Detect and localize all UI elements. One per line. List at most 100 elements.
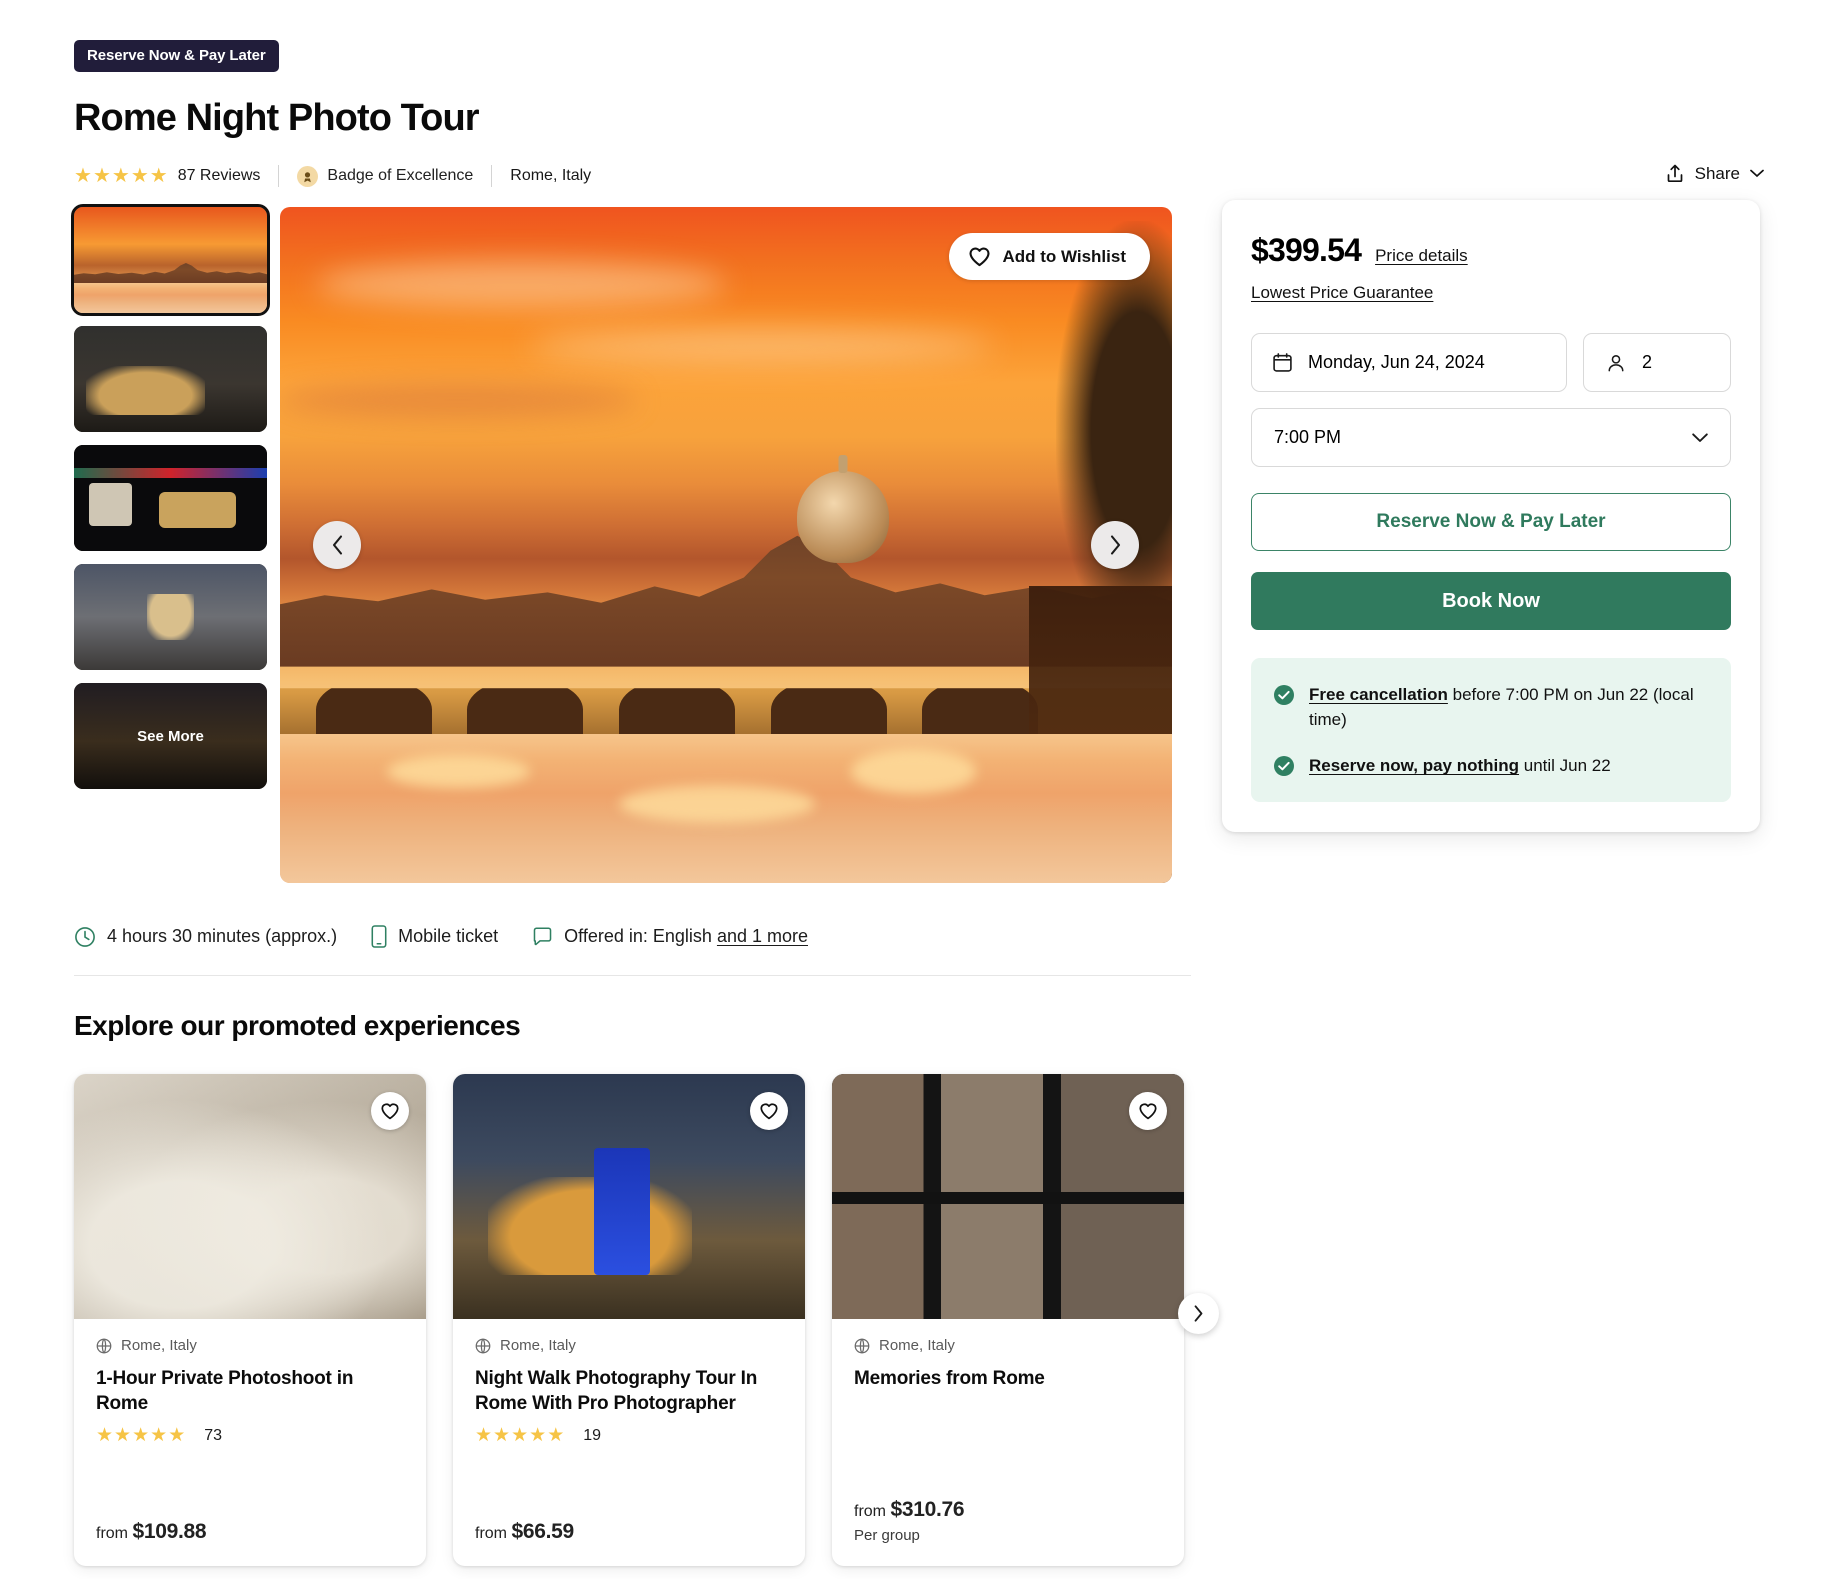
- share-button[interactable]: Share: [1665, 163, 1764, 184]
- ticket-info: Mobile ticket: [371, 925, 498, 948]
- add-to-wishlist-button[interactable]: Add to Wishlist: [949, 233, 1150, 280]
- book-now-button[interactable]: Book Now: [1251, 572, 1731, 630]
- star-icon: ★: [511, 1426, 528, 1446]
- check-circle-icon: [1273, 755, 1295, 777]
- hero-image[interactable]: Add to Wishlist: [280, 207, 1172, 883]
- rating-stars: ★★★★★: [475, 1426, 564, 1446]
- review-count-link[interactable]: 87 Reviews: [178, 167, 261, 185]
- globe-icon: [854, 1338, 870, 1354]
- notice-strong[interactable]: Free cancellation: [1309, 685, 1448, 704]
- promoted-card[interactable]: Rome, Italy Night Walk Photography Tour …: [453, 1074, 805, 1566]
- award-icon: [297, 166, 318, 187]
- product-meta: ★ ★ ★ ★ ★ 87 Reviews Badge of Excellence…: [74, 165, 591, 187]
- promoted-cards-next-button[interactable]: [1178, 1293, 1219, 1334]
- gallery-thumbnail-2[interactable]: [74, 326, 267, 432]
- gallery-next-button[interactable]: [1091, 521, 1139, 569]
- page-title: Rome Night Photo Tour: [74, 97, 479, 140]
- tour-info-strip: 4 hours 30 minutes (approx.) Mobile tick…: [74, 925, 808, 948]
- promoted-section-title: Explore our promoted experiences: [74, 1010, 520, 1042]
- card-title: Night Walk Photography Tour In Rome With…: [475, 1366, 783, 1417]
- date-picker[interactable]: Monday, Jun 24, 2024: [1251, 333, 1567, 392]
- share-label: Share: [1695, 164, 1740, 184]
- card-body: Rome, Italy Memories from Rome from $310…: [832, 1319, 1184, 1566]
- card-title: Memories from Rome: [854, 1366, 1162, 1391]
- chevron-down-icon: [1692, 433, 1708, 443]
- card-rating: ★★★★★ 19: [475, 1426, 783, 1446]
- booking-panel: $399.54 Price details Lowest Price Guara…: [1222, 200, 1760, 832]
- card-price: from $66.59: [475, 1520, 783, 1544]
- clock-icon: [74, 926, 96, 948]
- card-body: Rome, Italy 1-Hour Private Photoshoot in…: [74, 1319, 426, 1566]
- check-circle-icon: [1273, 684, 1295, 706]
- card-price-amount: $310.76: [890, 1498, 964, 1521]
- image-gallery: See More: [74, 207, 1172, 883]
- language-prefix: Offered in: English: [564, 926, 717, 946]
- promoted-cards-list: Rome, Italy 1-Hour Private Photoshoot in…: [74, 1074, 1184, 1566]
- gallery-thumbnail-3[interactable]: [74, 445, 267, 551]
- policy-notices: Free cancellation before 7:00 PM on Jun …: [1251, 658, 1731, 802]
- card-price-amount: $66.59: [511, 1520, 573, 1543]
- chevron-down-icon: [1750, 169, 1764, 178]
- person-icon: [1606, 353, 1626, 373]
- promo-badge: Reserve Now & Pay Later: [74, 40, 279, 72]
- location-label: Rome, Italy: [510, 167, 591, 185]
- calendar-icon: [1272, 352, 1293, 373]
- date-value: Monday, Jun 24, 2024: [1308, 352, 1485, 373]
- add-to-wishlist-label: Add to Wishlist: [1002, 247, 1126, 267]
- gallery-thumbnail-see-more[interactable]: See More: [74, 683, 267, 789]
- star-icon: ★: [96, 1426, 113, 1446]
- heart-icon: [759, 1102, 779, 1120]
- card-price-amount: $109.88: [132, 1520, 206, 1543]
- price-details-link[interactable]: Price details: [1375, 246, 1468, 266]
- heart-icon: [968, 246, 991, 267]
- star-icon: ★: [74, 166, 92, 186]
- badge-of-excellence-label: Badge of Excellence: [327, 167, 473, 185]
- chevron-right-icon: [1109, 535, 1122, 555]
- lowest-price-guarantee-link[interactable]: Lowest Price Guarantee: [1251, 283, 1731, 303]
- card-price: from $109.88: [96, 1520, 404, 1544]
- guest-count-value: 2: [1642, 352, 1652, 373]
- card-review-count: 19: [583, 1427, 601, 1445]
- gallery-thumbnail-4[interactable]: [74, 564, 267, 670]
- price-amount: $399.54: [1251, 232, 1361, 269]
- mobile-icon: [371, 925, 387, 948]
- card-price-prefix: from: [854, 1503, 886, 1520]
- notice-strong[interactable]: Reserve now, pay nothing: [1309, 756, 1519, 775]
- product-page: Reserve Now & Pay Later Rome Night Photo…: [0, 0, 1832, 1579]
- globe-icon: [475, 1338, 491, 1354]
- rating-stars: ★ ★ ★ ★ ★: [74, 166, 168, 186]
- star-icon: ★: [547, 1426, 564, 1446]
- badge-of-excellence[interactable]: Badge of Excellence: [297, 166, 473, 187]
- card-title: 1-Hour Private Photoshoot in Rome: [96, 1366, 404, 1417]
- star-icon: ★: [114, 1426, 131, 1446]
- duration-info: 4 hours 30 minutes (approx.): [74, 926, 337, 948]
- language-label: Offered in: English and 1 more: [564, 926, 808, 947]
- globe-icon: [96, 1338, 112, 1354]
- time-select[interactable]: 7:00 PM: [1251, 408, 1731, 467]
- card-price-prefix: from: [96, 1525, 128, 1542]
- card-location: Rome, Italy: [854, 1337, 1162, 1354]
- card-wishlist-button[interactable]: [750, 1092, 788, 1130]
- thumbnail-strip: See More: [74, 207, 267, 883]
- divider: [491, 165, 492, 187]
- promoted-card[interactable]: Rome, Italy 1-Hour Private Photoshoot in…: [74, 1074, 426, 1566]
- card-wishlist-button[interactable]: [371, 1092, 409, 1130]
- guest-picker[interactable]: 2: [1583, 333, 1731, 392]
- section-divider: [74, 975, 1191, 976]
- card-wishlist-button[interactable]: [1129, 1092, 1167, 1130]
- card-location-label: Rome, Italy: [121, 1337, 197, 1354]
- star-icon: ★: [493, 1426, 510, 1446]
- card-image: [832, 1074, 1184, 1319]
- reserve-now-pay-later-button[interactable]: Reserve Now & Pay Later: [1251, 493, 1731, 551]
- card-image: [74, 1074, 426, 1319]
- card-location: Rome, Italy: [475, 1337, 783, 1354]
- card-review-count: 73: [204, 1427, 222, 1445]
- card-image: [453, 1074, 805, 1319]
- heart-icon: [1138, 1102, 1158, 1120]
- star-icon: ★: [168, 1426, 185, 1446]
- star-icon: ★: [150, 166, 168, 186]
- promoted-card[interactable]: Rome, Italy Memories from Rome from $310…: [832, 1074, 1184, 1566]
- gallery-thumbnail-1[interactable]: [74, 207, 267, 313]
- language-more-link[interactable]: and 1 more: [717, 926, 808, 946]
- gallery-prev-button[interactable]: [313, 521, 361, 569]
